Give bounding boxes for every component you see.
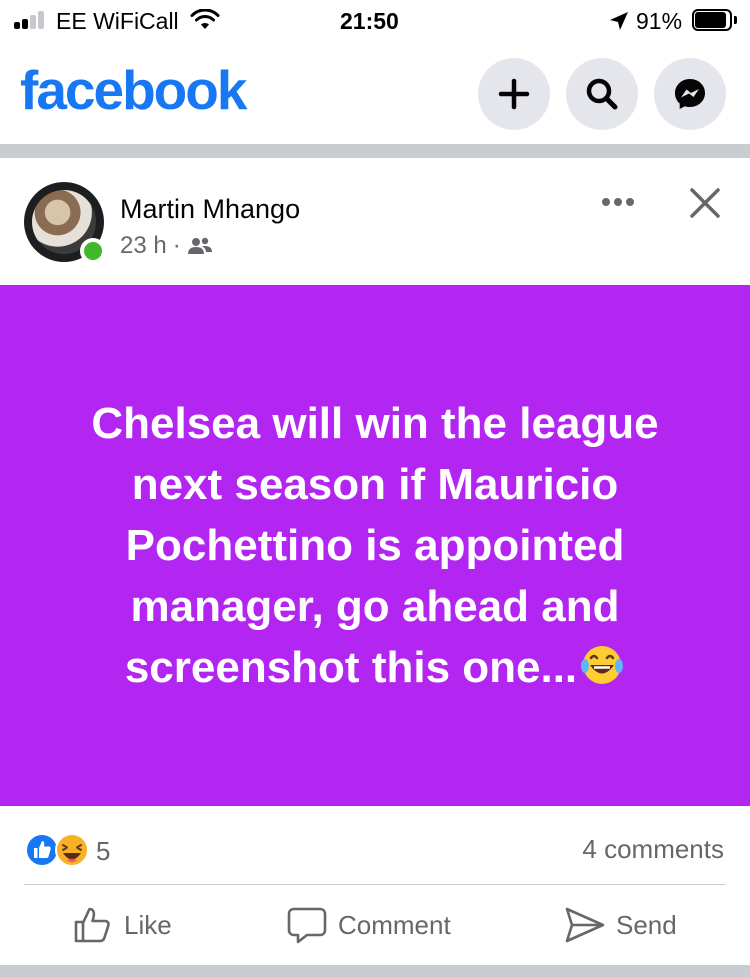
like-button[interactable]: Like <box>72 901 172 949</box>
post-timestamp[interactable]: 23 h <box>120 232 167 260</box>
friends-icon <box>187 237 212 254</box>
haha-reaction-icon <box>55 833 89 867</box>
status-bar: EE WiFiCall 21:50 91% <box>0 0 750 44</box>
reactions-bar: 5 4 comments <box>0 806 750 884</box>
search-icon <box>586 78 618 110</box>
more-options-icon[interactable] <box>600 196 636 208</box>
plus-icon <box>498 78 530 110</box>
comments-count[interactable]: 4 comments <box>582 834 724 865</box>
facebook-logo[interactable]: facebook <box>20 58 247 122</box>
messenger-button[interactable] <box>654 58 726 130</box>
post-content[interactable]: Chelsea will win the league next season … <box>0 285 750 806</box>
carrier-name: EE WiFiCall <box>56 8 179 34</box>
send-icon <box>565 907 605 943</box>
close-icon[interactable] <box>688 186 722 220</box>
messenger-icon <box>675 79 705 109</box>
wifi-icon <box>190 9 220 29</box>
like-reaction-icon <box>25 833 59 867</box>
location-arrow-icon <box>610 12 628 30</box>
comment-button[interactable]: Comment <box>286 901 451 949</box>
online-status-indicator <box>80 238 106 264</box>
meta-separator: · <box>172 232 181 259</box>
app-header: facebook <box>0 44 750 144</box>
post-text-body: Chelsea will win the league next season … <box>91 399 659 692</box>
post-header: Martin Mhango 23 h · <box>0 158 750 285</box>
search-button[interactable] <box>566 58 638 130</box>
like-label: Like <box>124 909 172 940</box>
battery-percentage: 91% <box>636 8 683 34</box>
thumbs-up-icon <box>74 907 110 943</box>
post-text: Chelsea will win the league next season … <box>75 393 675 698</box>
send-label: Send <box>616 909 677 940</box>
create-post-button[interactable] <box>478 58 550 130</box>
clock: 21:50 <box>340 8 399 34</box>
reaction-count[interactable]: 5 <box>96 836 110 867</box>
signal-strength-icon <box>14 11 48 29</box>
author-name[interactable]: Martin Mhango <box>120 194 300 225</box>
battery-icon <box>692 9 738 31</box>
comment-icon <box>287 907 327 944</box>
send-button[interactable]: Send <box>564 901 677 949</box>
feed-divider <box>0 144 750 158</box>
bottom-divider <box>0 965 750 977</box>
reaction-icons[interactable] <box>24 832 92 868</box>
comment-label: Comment <box>338 909 451 940</box>
post-actions: Like Comment Send <box>0 885 750 965</box>
post-meta: 23 h · <box>120 232 213 260</box>
laughing-tears-emoji <box>581 646 624 684</box>
